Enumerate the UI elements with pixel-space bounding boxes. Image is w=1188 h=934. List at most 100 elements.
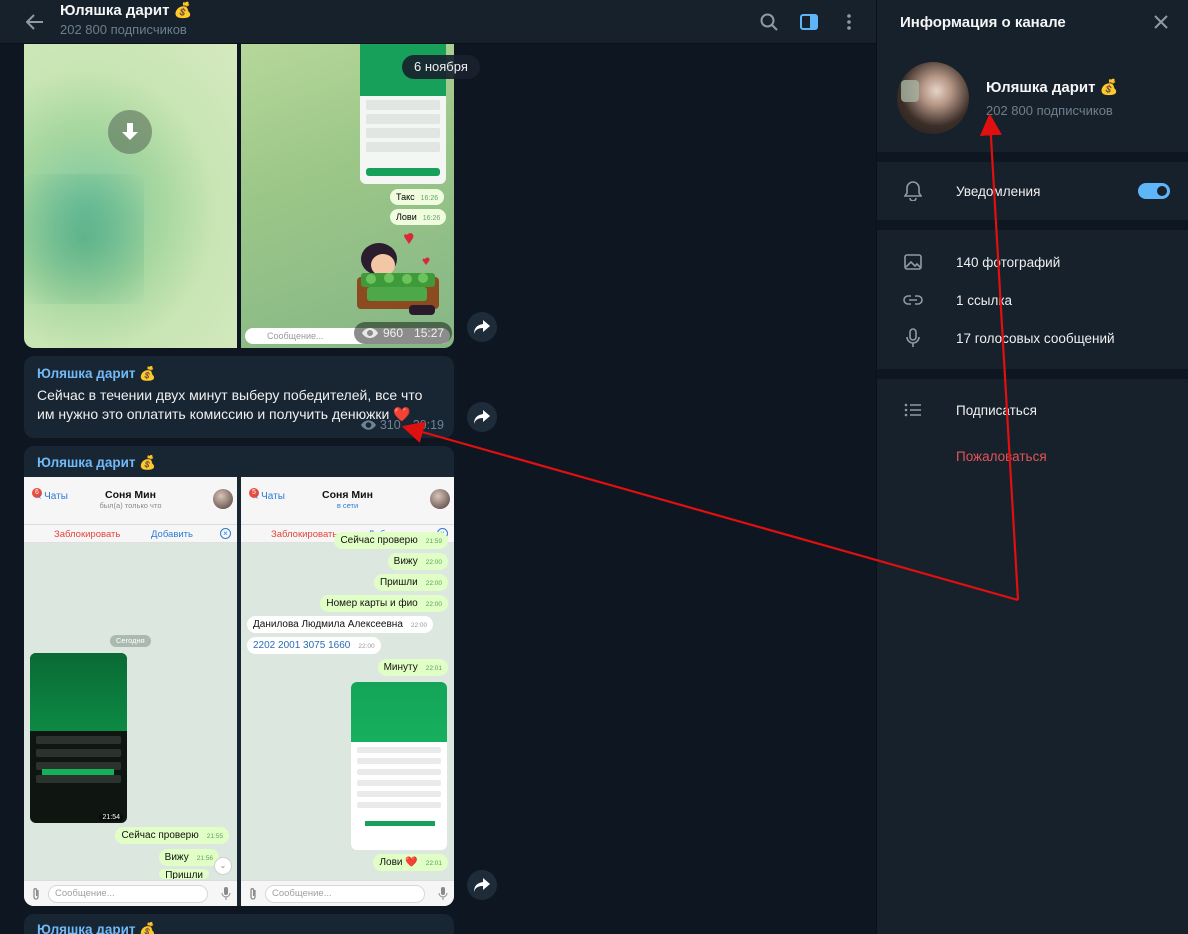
paperclip-icon bbox=[33, 888, 39, 900]
arrow-left-icon bbox=[26, 13, 43, 30]
chat-bubble: Пришли 22:00 bbox=[373, 574, 448, 591]
media-album[interactable]: Такс 16:26 Лови 16:26 Сообщение... 960 1… bbox=[24, 44, 454, 348]
channel-message[interactable]: Юляшка дарит 💰 bbox=[24, 914, 454, 934]
money-sticker-icon bbox=[357, 233, 439, 315]
blurred-photo[interactable] bbox=[24, 44, 237, 348]
chat-screenshot[interactable]: 6 ‹ Чаты Соня Мин был(а) только что Забл… bbox=[24, 477, 237, 906]
chat-bubble: Номер карты и фио 22:00 bbox=[320, 595, 448, 612]
photos-count: 140 фотографий bbox=[956, 254, 1061, 270]
dots-vertical-icon bbox=[847, 14, 851, 30]
divider bbox=[877, 220, 1188, 230]
day-separator: Сегодня bbox=[110, 635, 151, 647]
close-panel-button[interactable] bbox=[1150, 11, 1172, 33]
contact-name: Соня Мин bbox=[105, 489, 156, 501]
channel-profile: Юляшка дарит 💰 202 800 подписчиков bbox=[877, 44, 1188, 152]
bank-receipt-screenshot: 21:54 bbox=[30, 653, 127, 823]
divider bbox=[877, 152, 1188, 162]
views-counter: 960 15:27 bbox=[354, 322, 453, 344]
avatar bbox=[213, 489, 233, 509]
chat-bubble: Вижу 21:56 bbox=[158, 849, 219, 866]
notifications-row[interactable]: Уведомления bbox=[877, 172, 1188, 210]
chat-bubble: Пришли bbox=[159, 869, 209, 879]
divider bbox=[877, 369, 1188, 379]
share-arrow-icon bbox=[474, 320, 490, 334]
channel-name: Юляшка дарит 💰 bbox=[986, 79, 1119, 96]
telegram-window: Такс 16:26 Лови 16:26 Сообщение... 960 1… bbox=[0, 0, 1188, 934]
panel-title: Информация о канале bbox=[900, 13, 1066, 31]
links-count: 1 ссылка bbox=[956, 292, 1013, 308]
voice-messages-row[interactable]: 17 голосовых сообщений bbox=[877, 319, 1188, 357]
download-arrow-icon bbox=[122, 123, 138, 140]
message-author[interactable]: Юляшка дарит 💰 bbox=[24, 446, 454, 471]
forward-button[interactable] bbox=[467, 312, 497, 342]
chat-screenshot[interactable]: 5 ‹ Чаты Соня Мин в сети Заблокировать Д… bbox=[241, 477, 454, 906]
chat-bubble: Минуту 22:01 bbox=[377, 659, 448, 676]
chat-header: Юляшка дарит 💰 202 800 подписчиков bbox=[0, 0, 876, 44]
channel-message[interactable]: Юляшка дарит 💰 Сейчас в течении двух мин… bbox=[24, 356, 454, 438]
media-album[interactable]: Юляшка дарит 💰 6 ‹ Чаты Соня Мин был(а) … bbox=[24, 446, 454, 906]
chat-bubble: Вижу 22:00 bbox=[387, 553, 448, 570]
message-author[interactable]: Юляшка дарит 💰 bbox=[24, 914, 454, 934]
eye-icon bbox=[360, 420, 376, 430]
microphone-icon bbox=[221, 887, 231, 900]
chat-bubble: Лови ❤️ 22:01 bbox=[373, 854, 448, 871]
chat-bubble: Данилова Людмила Алексеевна 22:00 bbox=[247, 616, 434, 633]
list-icon bbox=[902, 399, 924, 421]
views-count: 310 bbox=[379, 418, 401, 432]
link-icon bbox=[902, 289, 924, 311]
notifications-label: Уведомления bbox=[956, 183, 1041, 199]
voice-messages-count: 17 голосовых сообщений bbox=[956, 330, 1115, 346]
contact-status: в сети bbox=[336, 501, 359, 510]
chat-bubble: Сейчас проверю 21:59 bbox=[334, 532, 448, 549]
subscriber-count: 202 800 подписчиков bbox=[60, 21, 187, 37]
subscribe-label: Подписаться bbox=[956, 402, 1037, 418]
close-icon bbox=[1154, 15, 1168, 29]
photos-row[interactable]: 140 фотографий bbox=[877, 243, 1188, 281]
block-link: Заблокировать bbox=[54, 529, 121, 540]
screenshot-photo[interactable]: Такс 16:26 Лови 16:26 Сообщение... bbox=[241, 44, 454, 348]
toggle-sidebar-button[interactable] bbox=[798, 11, 820, 33]
mini-bubble: Лови 16:26 bbox=[390, 209, 447, 225]
search-icon bbox=[760, 13, 778, 31]
date-separator: 6 ноября bbox=[402, 55, 480, 79]
message-author[interactable]: Юляшка дарит 💰 bbox=[24, 356, 454, 382]
chat-area: Такс 16:26 Лови 16:26 Сообщение... 960 1… bbox=[0, 0, 876, 934]
more-menu-button[interactable] bbox=[838, 11, 860, 33]
sidebar-icon bbox=[800, 14, 818, 30]
share-arrow-icon bbox=[474, 410, 490, 424]
avatar bbox=[430, 489, 450, 509]
report-row[interactable]: Пожаловаться bbox=[877, 437, 1188, 475]
subscribe-row[interactable]: Подписаться bbox=[877, 391, 1188, 429]
message-time: 15:27 bbox=[414, 326, 445, 340]
back-button[interactable] bbox=[24, 11, 46, 33]
subscriber-count: 202 800 подписчиков bbox=[986, 103, 1113, 118]
bell-icon bbox=[902, 180, 924, 202]
eye-icon bbox=[362, 328, 378, 338]
close-icon: × bbox=[220, 528, 231, 539]
paperclip-icon bbox=[250, 888, 256, 900]
search-button[interactable] bbox=[758, 11, 780, 33]
avatar[interactable] bbox=[897, 62, 969, 134]
share-arrow-icon bbox=[474, 878, 490, 892]
message-input: Сообщение... bbox=[48, 885, 208, 903]
channel-title[interactable]: Юляшка дарит 💰 bbox=[60, 2, 192, 20]
image-icon bbox=[902, 251, 924, 273]
card-number-bubble: 2202 2001 3075 1660 22:00 bbox=[247, 637, 381, 654]
scroll-down-icon: ⌄ bbox=[214, 857, 232, 875]
views-count: 960 bbox=[383, 326, 404, 340]
bank-receipt-screenshot bbox=[351, 682, 447, 850]
message-input: Сообщение... bbox=[265, 885, 425, 903]
add-link: Добавить bbox=[151, 529, 193, 540]
download-button[interactable] bbox=[108, 110, 152, 154]
notifications-toggle[interactable] bbox=[1138, 183, 1170, 199]
block-link: Заблокировать bbox=[271, 529, 338, 540]
message-time: 20:19 bbox=[412, 418, 444, 432]
links-row[interactable]: 1 ссылка bbox=[877, 281, 1188, 319]
chat-title-block[interactable]: Юляшка дарит 💰 202 800 подписчиков bbox=[60, 2, 192, 38]
message-meta: 310 20:19 bbox=[360, 418, 444, 432]
chat-bubble: Сейчас проверю 21:55 bbox=[115, 827, 229, 844]
microphone-icon bbox=[902, 327, 924, 349]
forward-button[interactable] bbox=[467, 402, 497, 432]
contact-status: был(а) только что bbox=[99, 501, 162, 510]
forward-button[interactable] bbox=[467, 870, 497, 900]
